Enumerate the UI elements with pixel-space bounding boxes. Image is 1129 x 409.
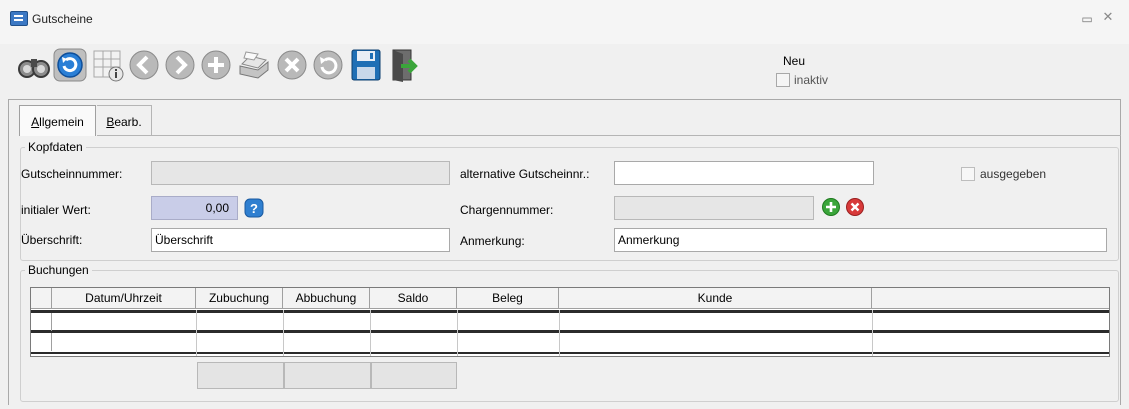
x-circle-icon — [277, 50, 307, 80]
column-header-beleg[interactable]: Beleg — [457, 288, 559, 308]
tab-strip-border — [97, 135, 1121, 136]
initialer-wert-input[interactable]: 0,00 — [151, 196, 238, 220]
row-selector[interactable] — [31, 313, 52, 331]
buchungen-legend: Buchungen — [25, 263, 92, 277]
column-divider — [196, 310, 197, 356]
window-title: Gutscheine — [32, 12, 93, 26]
refresh-button[interactable] — [52, 46, 88, 84]
exit-button[interactable] — [385, 46, 421, 84]
record-status: Neu — [783, 54, 806, 68]
inaktiv-checkbox[interactable] — [776, 73, 790, 87]
cancel-button[interactable] — [274, 46, 310, 84]
refresh-icon — [53, 48, 87, 82]
floppy-icon — [351, 49, 381, 81]
arrow-left-icon — [129, 50, 159, 80]
ueberschrift-label: Überschrift: — [21, 233, 83, 247]
undo-button[interactable] — [310, 46, 346, 84]
back-button[interactable] — [126, 46, 162, 84]
svg-text:?: ? — [250, 201, 258, 216]
chargennummer-label: Chargennummer: — [460, 203, 554, 217]
column-header-zubuchung[interactable]: Zubuchung — [196, 288, 283, 308]
sum-saldo — [371, 362, 457, 389]
search-button[interactable] — [16, 46, 52, 84]
column-header-abbuchung[interactable]: Abbuchung — [283, 288, 370, 308]
chargennummer-input[interactable] — [614, 196, 814, 220]
ueberschrift-input[interactable]: Überschrift — [151, 228, 450, 252]
tab-bearb[interactable]: Bearb. — [97, 105, 152, 135]
add-charge-button[interactable] — [821, 197, 841, 217]
table-row[interactable] — [31, 330, 1109, 350]
column-divider — [457, 310, 458, 356]
column-divider — [370, 310, 371, 356]
minimize-icon[interactable]: ▭ — [1081, 13, 1093, 25]
save-button[interactable] — [348, 46, 384, 84]
add-button[interactable] — [198, 46, 234, 84]
table-row-partial — [31, 352, 1109, 356]
gutscheinnummer-label: Gutscheinnummer: — [21, 167, 123, 181]
column-header-saldo[interactable]: Saldo — [370, 288, 457, 308]
tab-allgemein-mnemonic: A — [31, 115, 40, 129]
tab-allgemein[interactable]: Allgemein — [19, 105, 96, 136]
column-divider — [283, 310, 284, 356]
forward-button[interactable] — [162, 46, 198, 84]
plus-icon — [822, 198, 840, 216]
ausgegeben-label: ausgegeben — [980, 167, 1047, 181]
row-selector-header — [31, 288, 52, 308]
kopfdaten-legend: Kopfdaten — [25, 140, 86, 154]
initialer-wert-label: initialer Wert: — [21, 203, 91, 217]
undo-icon — [313, 50, 343, 80]
inaktiv-label: inaktiv — [794, 73, 829, 87]
door-exit-icon — [392, 49, 418, 82]
title-bar — [0, 0, 1129, 44]
delete-charge-button[interactable] — [845, 197, 865, 217]
binoculars-icon — [18, 59, 50, 78]
sum-abbuchung — [284, 362, 371, 389]
anmerkung-label: Anmerkung: — [460, 234, 525, 248]
anmerkung-input[interactable]: Anmerkung — [614, 228, 1107, 252]
alt-gutscheinnr-label: alternative Gutscheinnr.: — [460, 167, 590, 181]
close-icon[interactable]: ✕ — [1101, 9, 1115, 25]
grid-info-button[interactable] — [90, 46, 126, 84]
tab-allgemein-label: llgemein — [39, 115, 84, 129]
app-icon — [10, 11, 28, 26]
sum-zubuchung — [197, 362, 284, 389]
gutscheinnummer-input[interactable] — [151, 161, 450, 185]
column-header-kunde[interactable]: Kunde — [559, 288, 872, 308]
row-selector[interactable] — [31, 333, 52, 351]
column-divider — [872, 310, 873, 356]
table-row[interactable] — [31, 310, 1109, 330]
help-icon[interactable]: ? — [244, 198, 264, 218]
column-divider — [559, 310, 560, 356]
plus-icon — [201, 50, 231, 80]
tab-bearb-label: earb. — [114, 115, 142, 129]
printer-icon — [239, 51, 269, 79]
column-header-empty — [872, 288, 1109, 308]
alt-gutscheinnr-input[interactable] — [614, 161, 874, 185]
x-circle-icon — [846, 198, 864, 216]
column-header-datum[interactable]: Datum/Uhrzeit — [52, 288, 196, 308]
arrow-right-icon — [165, 50, 195, 80]
grid-info-icon — [93, 50, 124, 82]
ausgegeben-checkbox[interactable] — [961, 167, 975, 181]
print-button[interactable] — [236, 46, 272, 84]
